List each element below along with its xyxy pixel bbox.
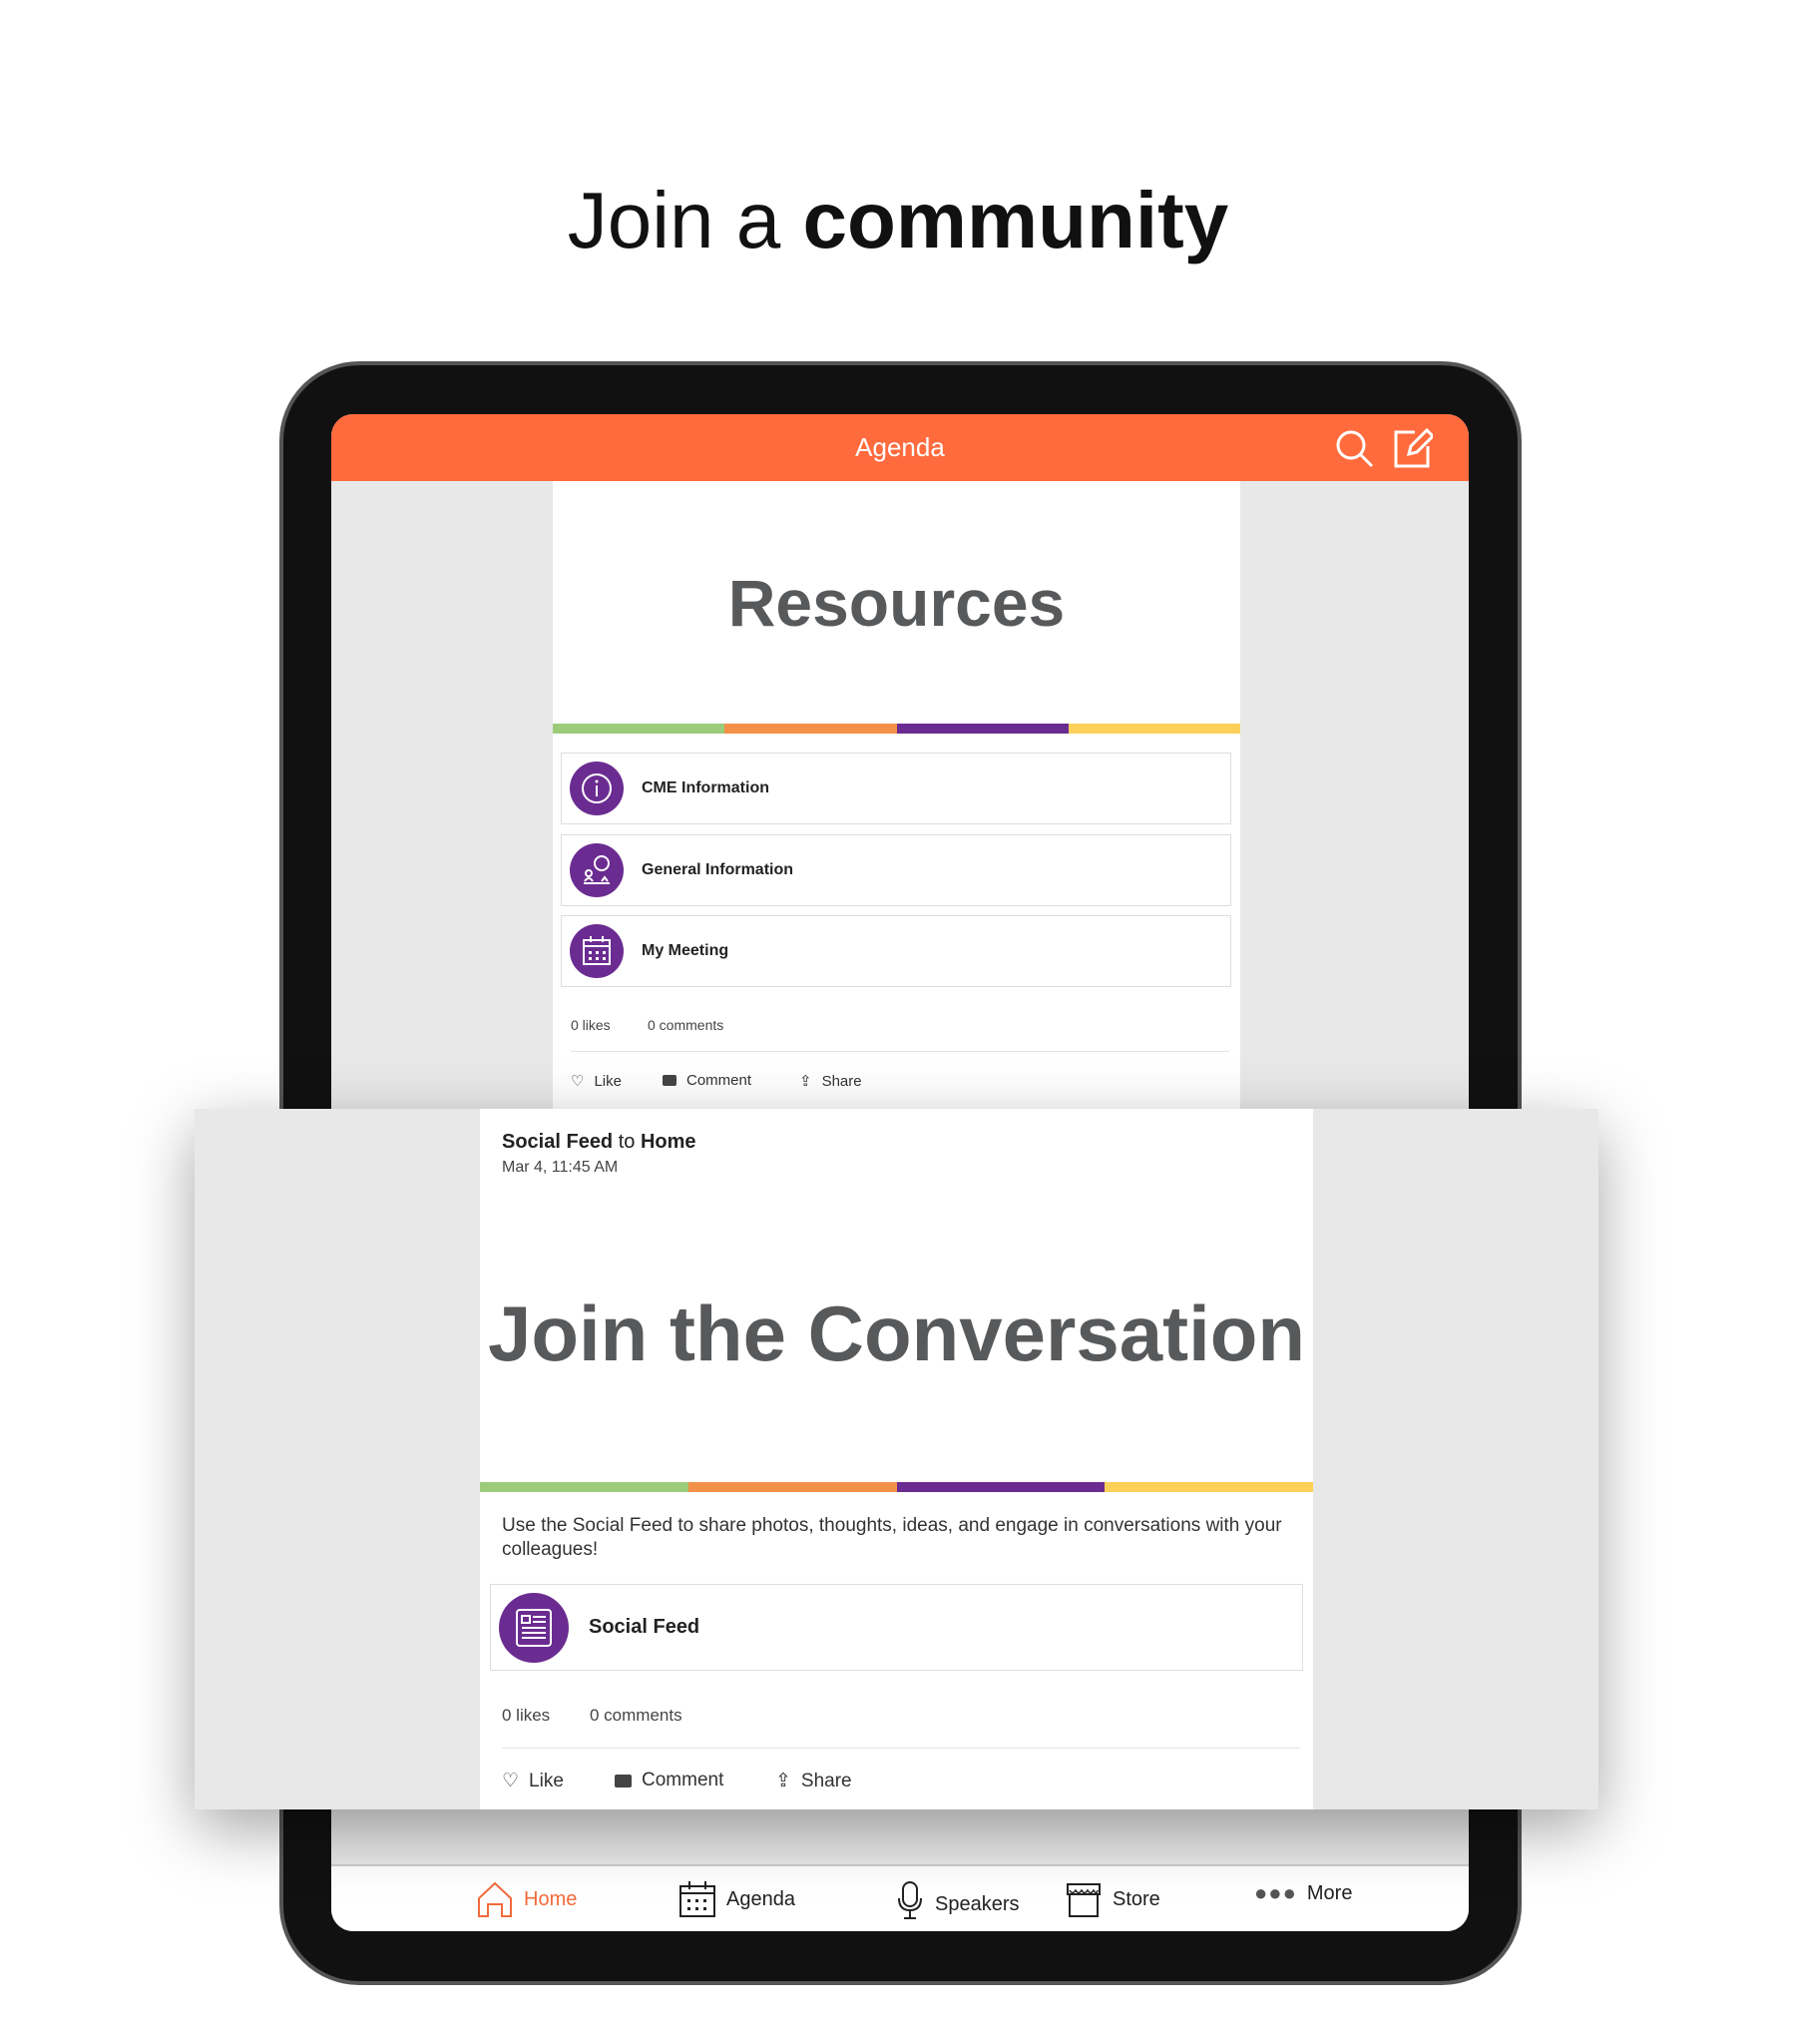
divider [571,1051,1229,1052]
post-source-link[interactable]: Social Feed [502,1131,613,1153]
person-info-icon [570,843,624,897]
heart-icon: ♡ [571,1073,585,1090]
item-label: My Meeting [642,942,729,959]
like-button[interactable]: ♡ Like [502,1770,564,1792]
share-label: Share [800,1770,852,1791]
social-feed-post: Social Feed to Home Mar 4, 11:45 AM Join… [480,1109,1313,1809]
post-description: Use the Social Feed to share photos, tho… [502,1515,1282,1560]
banner-title: Resources [727,565,1066,640]
share-label: Share [821,1072,862,1090]
post-header: Social Feed to Home [502,1131,696,1154]
item-label: Social Feed [589,1616,700,1638]
likes-count: 0 likes [571,1017,611,1033]
comment-icon [615,1774,632,1788]
nav-label: More [1306,1881,1353,1904]
divider [502,1748,1300,1749]
info-icon [570,762,624,815]
comment-icon [663,1075,676,1086]
item-label: General Information [642,861,794,878]
headline: Join a community [0,175,1796,266]
search-icon[interactable] [1334,428,1374,468]
share-icon: ⇪ [799,1073,812,1090]
nav-label: Home [524,1887,578,1910]
microphone-icon [898,1881,922,1919]
banner-title: Join the Conversation [487,1289,1306,1377]
more-icon: ●●● [1254,1880,1297,1905]
nav-label: Agenda [726,1887,795,1910]
nav-label: Speakers [935,1892,1020,1915]
headline-bold: community [802,176,1229,264]
likes-count: 0 likes [502,1706,551,1725]
post-target-link[interactable]: Home [641,1131,696,1153]
comments-count: 0 comments [590,1706,682,1725]
store-icon [1067,1883,1101,1917]
compose-icon[interactable] [1393,428,1433,468]
calendar-icon [679,1881,715,1917]
top-bar-title: Agenda [855,432,945,462]
nav-home[interactable]: Home [476,1880,577,1918]
color-bar [553,724,1240,734]
nav-more[interactable]: ●●● More [1254,1880,1352,1906]
share-icon: ⇪ [775,1771,791,1791]
comment-label: Comment [642,1770,724,1790]
headline-light: Join a [567,176,781,264]
nav-label: Store [1113,1887,1160,1910]
resource-item-general[interactable]: General Information [561,834,1231,906]
item-label: CME Information [642,779,769,796]
social-feed-item[interactable]: Social Feed [490,1584,1303,1671]
share-button[interactable]: ⇪ Share [799,1072,862,1091]
resource-item-cme[interactable]: CME Information [561,753,1231,824]
comment-button[interactable]: Comment [615,1770,723,1791]
post-to: to [618,1131,636,1153]
home-icon [478,1881,512,1917]
like-button[interactable]: ♡ Like [571,1072,622,1091]
bottom-nav: Home Agenda Speakers Store ●●● More [331,1864,1469,1931]
comment-button[interactable]: Comment [663,1072,751,1089]
share-button[interactable]: ⇪ Share [775,1770,852,1792]
calendar-icon [570,924,624,978]
nav-agenda[interactable]: Agenda [678,1880,795,1918]
post-date: Mar 4, 11:45 AM [502,1159,619,1176]
social-feed-post-overlay: Social Feed to Home Mar 4, 11:45 AM Join… [195,1109,1598,1809]
top-bar: Agenda [331,414,1469,481]
newsfeed-icon [499,1592,569,1663]
comments-count: 0 comments [648,1017,724,1033]
nav-speakers[interactable]: Speakers [895,1880,1020,1920]
comment-label: Comment [686,1072,752,1089]
like-label: Like [594,1072,622,1090]
resource-item-meeting[interactable]: My Meeting [561,915,1231,987]
color-bar [480,1482,1313,1492]
like-label: Like [529,1770,564,1791]
nav-store[interactable]: Store [1065,1880,1160,1918]
heart-icon: ♡ [502,1771,520,1791]
